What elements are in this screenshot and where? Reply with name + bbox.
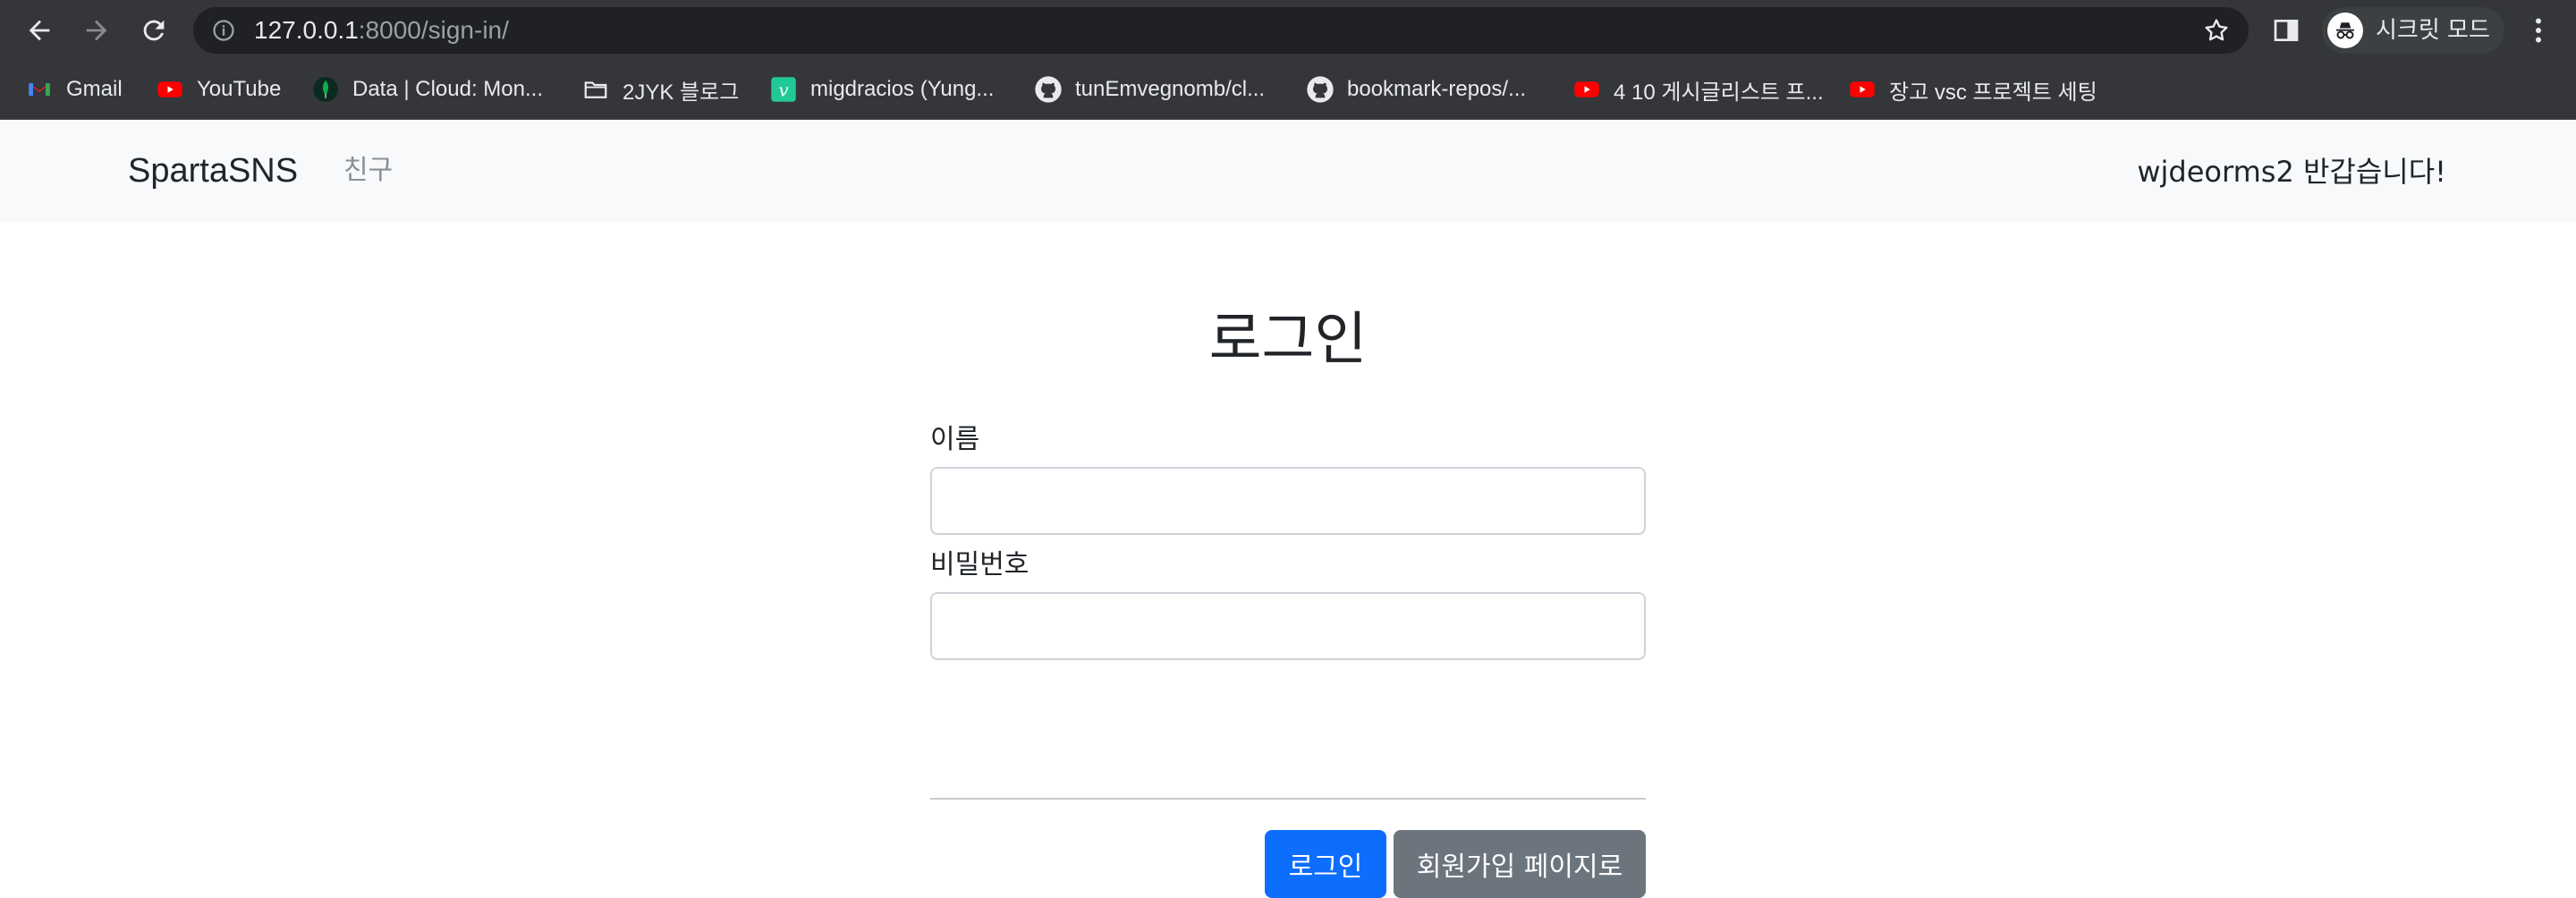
youtube-icon — [156, 75, 184, 104]
folder-icon — [581, 75, 610, 104]
signup-page-button[interactable]: 회원가입 페이지로 — [1394, 830, 1646, 898]
arrow-left-icon — [29, 20, 50, 41]
bookmark-github-1[interactable]: tunEmvegnomb/cl... — [1034, 73, 1265, 106]
url-path: :8000/sign-in/ — [358, 16, 509, 44]
bookmark-youtube-board[interactable]: 4 10 게시글리스트 프... — [1572, 73, 1824, 106]
svg-text:v: v — [778, 80, 789, 101]
site-info-icon[interactable] — [211, 18, 236, 43]
youtube-icon — [1848, 75, 1877, 104]
bookmark-2jyk-blog[interactable]: 2JYK 블로그 — [581, 73, 739, 106]
browser-toolbar: 127.0.0.1:8000/sign-in/ 시크릿 모드 — [0, 0, 2576, 61]
url-host: 127.0.0.1 — [254, 16, 359, 44]
bookmark-youtube[interactable]: YouTube — [156, 73, 281, 106]
bookmark-github-2[interactable]: bookmark-repos/... — [1306, 73, 1526, 106]
bookmark-youtube-django[interactable]: 장고 vsc 프로젝트 세팅 — [1848, 73, 2097, 106]
incognito-avatar — [2327, 13, 2363, 48]
profile-label: 시크릿 모드 — [2376, 17, 2490, 44]
forward-button[interactable] — [77, 11, 116, 50]
page-content: SpartaSNS 친구 wjdeorms2 반갑습니다! 로그인 이름 비밀번… — [0, 120, 2576, 898]
username-input[interactable] — [930, 467, 1646, 535]
bookmark-star-icon[interactable] — [2202, 16, 2231, 45]
side-panel-icon[interactable] — [2272, 16, 2301, 45]
more-menu-icon[interactable] — [2522, 14, 2555, 47]
brand-link[interactable]: SpartaSNS — [128, 150, 298, 191]
nav-link-friends[interactable]: 친구 — [343, 154, 393, 188]
user-greeting: wjdeorms2 반갑습니다! — [2137, 155, 2446, 189]
bookmark-gmail[interactable]: Gmail — [25, 73, 123, 106]
login-button[interactable]: 로그인 — [1265, 830, 1386, 898]
velog-icon: v — [769, 75, 798, 104]
username-label: 이름 — [930, 424, 980, 455]
password-label: 비밀번호 — [930, 549, 1030, 580]
back-button[interactable] — [20, 11, 59, 50]
url-text: 127.0.0.1:8000/sign-in/ — [254, 16, 509, 45]
page-title: 로그인 — [1208, 307, 1368, 373]
github-icon — [1306, 75, 1335, 104]
mongodb-leaf-icon — [311, 75, 340, 104]
incognito-icon — [2336, 22, 2354, 39]
bookmark-mongodb[interactable]: Data | Cloud: Mon... — [311, 73, 543, 106]
password-input[interactable] — [930, 592, 1646, 660]
address-bar[interactable]: 127.0.0.1:8000/sign-in/ — [193, 7, 2249, 54]
incognito-profile-chip[interactable]: 시크릿 모드 — [2322, 7, 2504, 54]
reload-button[interactable] — [134, 11, 174, 50]
gmail-icon — [25, 75, 54, 104]
bookmarks-bar: Gmail YouTube Data | Cloud: Mon... 2JYK … — [0, 61, 2576, 120]
arrow-right-icon — [86, 20, 107, 41]
bookmark-velog[interactable]: v migdracios (Yung... — [769, 73, 994, 106]
reload-icon — [143, 20, 165, 41]
form-divider — [930, 798, 1646, 800]
github-icon — [1034, 75, 1063, 104]
youtube-icon — [1572, 75, 1601, 104]
site-navbar: SpartaSNS 친구 wjdeorms2 반갑습니다! — [0, 120, 2576, 222]
